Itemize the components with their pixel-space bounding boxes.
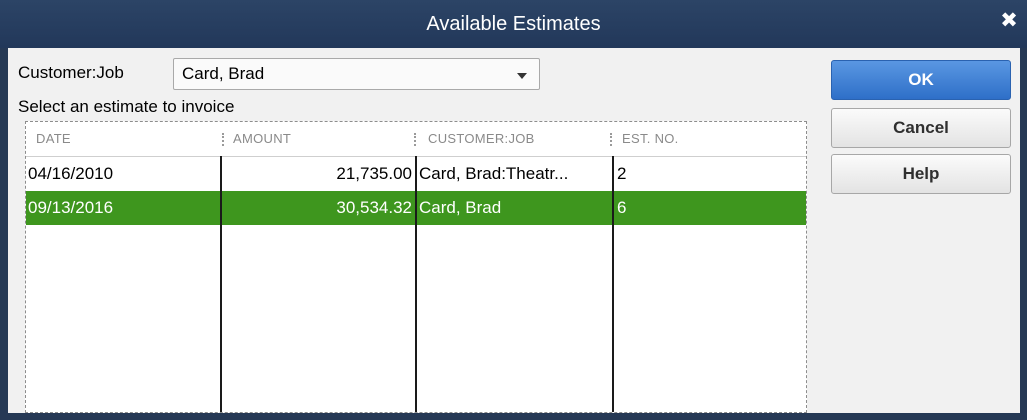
column-header-customer-job[interactable]: CUSTOMER:JOB [428,122,535,156]
cancel-button[interactable]: Cancel [831,108,1011,148]
column-divider [220,156,222,412]
cell-date: 09/13/2016 [28,198,114,217]
instruction-text: Select an estimate to invoice [18,97,235,116]
cell-customer-job: Card, Brad [419,198,502,217]
cell-amount: 30,534.32 [336,198,412,217]
dialog-title: Available Estimates [426,13,601,35]
table-header: DATE AMOUNT CUSTOMER:JOB EST. NO. [26,122,806,157]
customer-job-label: Customer:Job [18,63,124,82]
column-header-est-no[interactable]: EST. NO. [622,122,679,156]
column-header-amount[interactable]: AMOUNT [233,122,291,156]
customer-job-dropdown[interactable]: Card, Brad [173,58,540,90]
column-resize-handle[interactable] [414,133,418,146]
column-divider [415,156,417,412]
title-bar[interactable]: Available Estimates ✖ [0,0,1027,48]
column-resize-handle[interactable] [610,133,614,146]
cell-est-no: 6 [617,198,627,217]
cell-customer-job: Card, Brad:Theatr... [419,164,569,183]
cell-amount: 21,735.00 [336,164,412,183]
dialog-body: Customer:Job Card, Brad Select an estima… [8,48,1020,413]
close-icon[interactable]: ✖ [995,7,1023,35]
chevron-down-icon [517,73,527,79]
column-header-date[interactable]: DATE [36,122,71,156]
estimates-table[interactable]: DATE AMOUNT CUSTOMER:JOB EST. NO. 04/16/… [25,121,807,413]
column-divider [612,156,614,412]
cell-date: 04/16/2010 [28,164,114,183]
cell-est-no: 2 [617,164,627,183]
customer-job-value: Card, Brad [182,64,265,83]
column-resize-handle[interactable] [222,133,226,146]
help-button[interactable]: Help [831,154,1011,194]
ok-button[interactable]: OK [831,60,1011,100]
available-estimates-dialog: Available Estimates ✖ Customer:Job Card,… [0,0,1027,420]
